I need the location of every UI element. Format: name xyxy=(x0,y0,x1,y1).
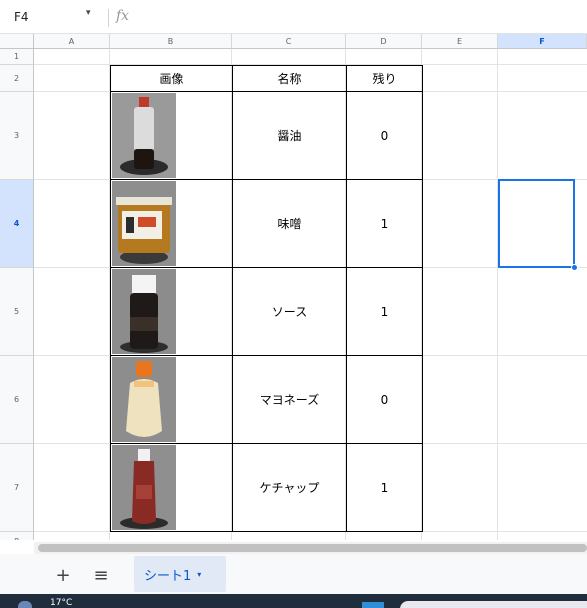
taskbar: 17°C xyxy=(0,594,587,608)
item-remaining[interactable]: 1 xyxy=(347,268,423,356)
image-cell[interactable] xyxy=(110,180,233,268)
soy-sauce-image xyxy=(112,93,176,178)
column-header-c[interactable]: C xyxy=(232,34,346,49)
sauce-image xyxy=(112,269,176,354)
name-box[interactable]: F4 ▾ xyxy=(10,8,102,28)
ketchup-image xyxy=(112,445,176,530)
item-remaining[interactable]: 1 xyxy=(347,180,423,268)
grid-line xyxy=(497,49,498,540)
item-name[interactable]: 味噌 xyxy=(233,180,347,268)
row-header-1[interactable]: 1 xyxy=(0,49,34,65)
row-header-3[interactable]: 3 xyxy=(0,92,34,180)
name-box-value: F4 xyxy=(14,10,29,24)
row-header-7[interactable]: 7 xyxy=(0,444,34,532)
horizontal-scrollbar-thumb[interactable] xyxy=(38,544,587,552)
plus-icon[interactable]: + xyxy=(52,564,74,586)
column-header-b[interactable]: B xyxy=(110,34,232,49)
item-remaining[interactable]: 1 xyxy=(347,444,423,532)
item-name[interactable]: ケチャップ xyxy=(233,444,347,532)
selected-cell-f4[interactable] xyxy=(498,179,575,268)
header-image[interactable]: 画像 xyxy=(110,65,233,92)
chevron-down-icon[interactable]: ▾ xyxy=(197,570,201,579)
miso-image xyxy=(112,181,176,266)
column-header-a[interactable]: A xyxy=(34,34,110,49)
sheet-tab-active[interactable]: シート1 ▾ xyxy=(134,556,226,592)
fx-icon: fx xyxy=(116,8,130,24)
divider xyxy=(108,9,109,27)
item-name[interactable]: マヨネーズ xyxy=(233,356,347,444)
sheet-tab-label: シート1 xyxy=(144,568,192,584)
select-all-corner[interactable] xyxy=(0,34,34,49)
temperature-label: 17°C xyxy=(50,598,73,608)
taskbar-search[interactable] xyxy=(400,601,587,608)
header-remaining[interactable]: 残り xyxy=(347,65,423,92)
spreadsheet-grid[interactable]: A B C D E F 1 2 3 4 5 6 7 8 画像 名称 残り xyxy=(0,34,587,540)
item-remaining[interactable]: 0 xyxy=(347,356,423,444)
header-name[interactable]: 名称 xyxy=(233,65,347,92)
windows-start-icon[interactable] xyxy=(362,602,384,608)
image-cell[interactable] xyxy=(110,356,233,444)
column-header-d[interactable]: D xyxy=(346,34,422,49)
image-cell[interactable] xyxy=(110,92,233,180)
row-header-2[interactable]: 2 xyxy=(0,65,34,92)
row-header-6[interactable]: 6 xyxy=(0,356,34,444)
row-header-5[interactable]: 5 xyxy=(0,268,34,356)
sheet-bar: + ≡ シート1 ▾ xyxy=(0,554,587,594)
formula-bar: F4 ▾ fx xyxy=(0,0,587,34)
image-cell[interactable] xyxy=(110,268,233,356)
item-name[interactable]: ソース xyxy=(233,268,347,356)
weather-icon[interactable] xyxy=(18,601,32,608)
mayonnaise-image xyxy=(112,357,176,442)
row-header-4[interactable]: 4 xyxy=(0,180,34,268)
item-remaining[interactable]: 0 xyxy=(347,92,423,180)
fill-handle[interactable] xyxy=(571,264,578,271)
column-header-f[interactable]: F xyxy=(498,34,587,49)
row-header-8[interactable]: 8 xyxy=(0,532,34,540)
column-header-e[interactable]: E xyxy=(422,34,498,49)
item-name[interactable]: 醤油 xyxy=(233,92,347,180)
image-cell[interactable] xyxy=(110,444,233,532)
chevron-down-icon[interactable]: ▾ xyxy=(86,8,91,18)
menu-icon[interactable]: ≡ xyxy=(90,564,112,586)
